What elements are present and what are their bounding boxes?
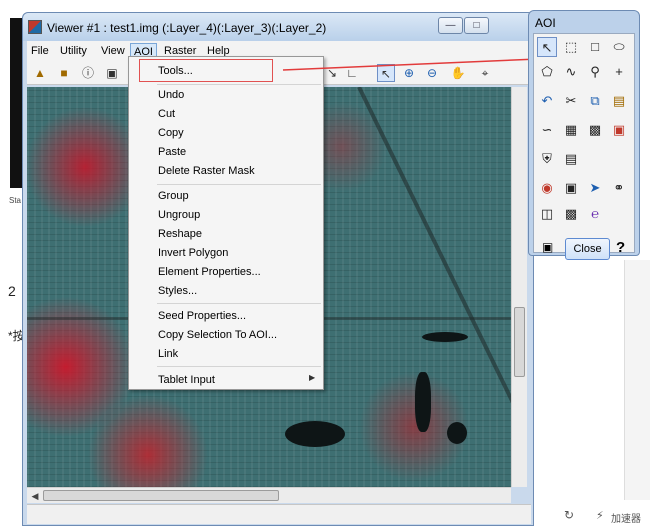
menu-item-tablet-input[interactable]: Tablet Input [158,373,215,387]
pan-hand-icon[interactable]: ✋ [449,64,467,82]
cut-icon[interactable]: ✂ [561,91,581,111]
viewer-titlebar[interactable]: Viewer #1 : test1.img (:Layer_4)(:Layer_… [23,13,533,41]
scroll-left-arrow-icon[interactable]: ◀ [29,490,41,502]
accelerator-icon[interactable]: ⚡ [596,509,604,522]
curve-e-icon[interactable]: ℮ [585,204,605,224]
menu-item-seed-properties[interactable]: Seed Properties... [158,309,246,323]
select-pointer-icon[interactable]: ↖ [377,64,395,82]
menu-separator [157,84,321,85]
menu-separator [157,184,321,185]
save-icon[interactable]: ▣ [103,64,121,82]
ungroup-icon[interactable]: ▩ [585,120,605,140]
lock-icon[interactable]: ▣ [542,240,553,254]
menu-separator [157,366,321,367]
polyline-icon[interactable]: ∿ [561,62,581,82]
styles-palette-icon[interactable]: ◉ [537,178,557,198]
zoom-out-icon[interactable]: ⊖ [423,64,441,82]
point-zoom-icon[interactable]: ⚲ [585,62,605,82]
menu-item-styles[interactable]: Styles... [158,284,197,298]
help-icon[interactable]: ? [616,239,625,256]
image-water-body [422,332,468,342]
image-water-body [447,422,467,444]
background-number: 2 [8,283,16,299]
menu-item-delete-raster-mask[interactable]: Delete Raster Mask [158,164,255,178]
image-water-body [285,421,345,447]
menu-item-link[interactable]: Link [158,347,178,361]
polygon-icon[interactable]: ⬠ [537,62,557,82]
select-arrow-icon[interactable]: ↖ [537,37,557,57]
copy-selection-icon[interactable]: ◫ [537,204,557,224]
close-button[interactable]: Close [565,238,610,260]
aoi-dropdown-menu: Tools... Undo Cut Copy Paste Delete Rast… [128,56,324,390]
measure-icon[interactable]: ∟ [343,64,361,82]
properties-panel-icon[interactable]: ▤ [561,149,581,169]
background-right-panel [624,260,650,500]
shield-icon[interactable]: ⛨ [537,149,557,169]
aoi-palette-body: ↖ ⬚ □ ⬭ ⬠ ∿ ⚲ + ↶ ✂ ⧉ ▤ ∽ ▦ ▩ ▣ ⛨ ▤ ◉ ▣ … [533,33,635,260]
menu-item-group[interactable]: Group [158,189,189,203]
menu-item-copy[interactable]: Copy [158,126,184,140]
copy-icon[interactable]: ⧉ [585,91,605,111]
vertical-scroll-thumb[interactable] [514,307,525,377]
rectangle-icon[interactable]: □ [585,37,605,57]
viewer-app-icon [28,20,42,34]
submenu-arrow-icon: ▶ [309,373,316,382]
seed-properties-icon[interactable]: ➤ [585,178,605,198]
invert-polygon-icon[interactable]: ▣ [609,120,629,140]
minimize-button[interactable]: — [438,17,463,34]
group-icon[interactable]: ▦ [561,120,581,140]
menu-item-paste[interactable]: Paste [158,145,186,159]
background-dark-panel [10,18,22,188]
menu-view[interactable]: View [98,43,128,59]
menu-item-reshape[interactable]: Reshape [158,227,202,241]
link-chain-icon[interactable]: ⚭ [609,178,629,198]
image-road [357,87,511,448]
ellipse-icon[interactable]: ⬭ [609,37,629,57]
region-icon[interactable]: ▩ [561,204,581,224]
arrow-icon[interactable]: ↘ [323,64,341,82]
accelerator-label[interactable]: 加速器 [611,510,641,525]
vertical-scrollbar[interactable] [511,87,527,487]
image-water-body [415,372,431,432]
folder-icon[interactable]: ■ [55,64,73,82]
menu-item-undo[interactable]: Undo [158,88,184,102]
viewer-title: Viewer #1 : test1.img (:Layer_4)(:Layer_… [47,21,327,35]
background-side-label: Sta [9,196,22,205]
menu-item-tools[interactable]: Tools... [158,64,193,78]
reshape-icon[interactable]: ∽ [537,120,557,140]
zoom-in-icon[interactable]: ⊕ [400,64,418,82]
menu-item-element-properties[interactable]: Element Properties... [158,265,261,279]
undo-icon[interactable]: ↶ [537,91,557,111]
rectangle-marquee-icon[interactable]: ⬚ [561,37,581,57]
horizontal-scroll-thumb[interactable] [43,490,279,501]
horizontal-scrollbar[interactable]: ◀ [27,487,511,503]
aoi-palette-title: AOI [535,16,556,30]
menu-item-invert-polygon[interactable]: Invert Polygon [158,246,228,260]
menu-item-cut[interactable]: Cut [158,107,175,121]
seed-grow-icon[interactable]: ▣ [561,178,581,198]
menu-separator [157,303,321,304]
open-file-icon[interactable]: ▲ [31,64,49,82]
menu-item-copy-selection-to-aoi[interactable]: Copy Selection To AOI... [158,328,277,342]
aoi-tool-palette: AOI ↖ ⬚ □ ⬭ ⬠ ∿ ⚲ + ↶ ✂ ⧉ ▤ ∽ ▦ ▩ ▣ ⛨ ▤ … [528,10,640,260]
status-bar [27,504,531,524]
menu-utility[interactable]: Utility [57,43,90,59]
info-icon[interactable]: ⓘ [79,64,97,82]
menu-file[interactable]: File [28,43,52,59]
crosshair-point-icon[interactable]: + [609,62,629,82]
refresh-icon[interactable]: ↻ [564,508,574,522]
menu-item-ungroup[interactable]: Ungroup [158,208,200,222]
maximize-button[interactable]: □ [464,17,489,34]
paste-icon[interactable]: ▤ [609,91,629,111]
inquire-cursor-icon[interactable]: ⌖ [476,64,494,82]
